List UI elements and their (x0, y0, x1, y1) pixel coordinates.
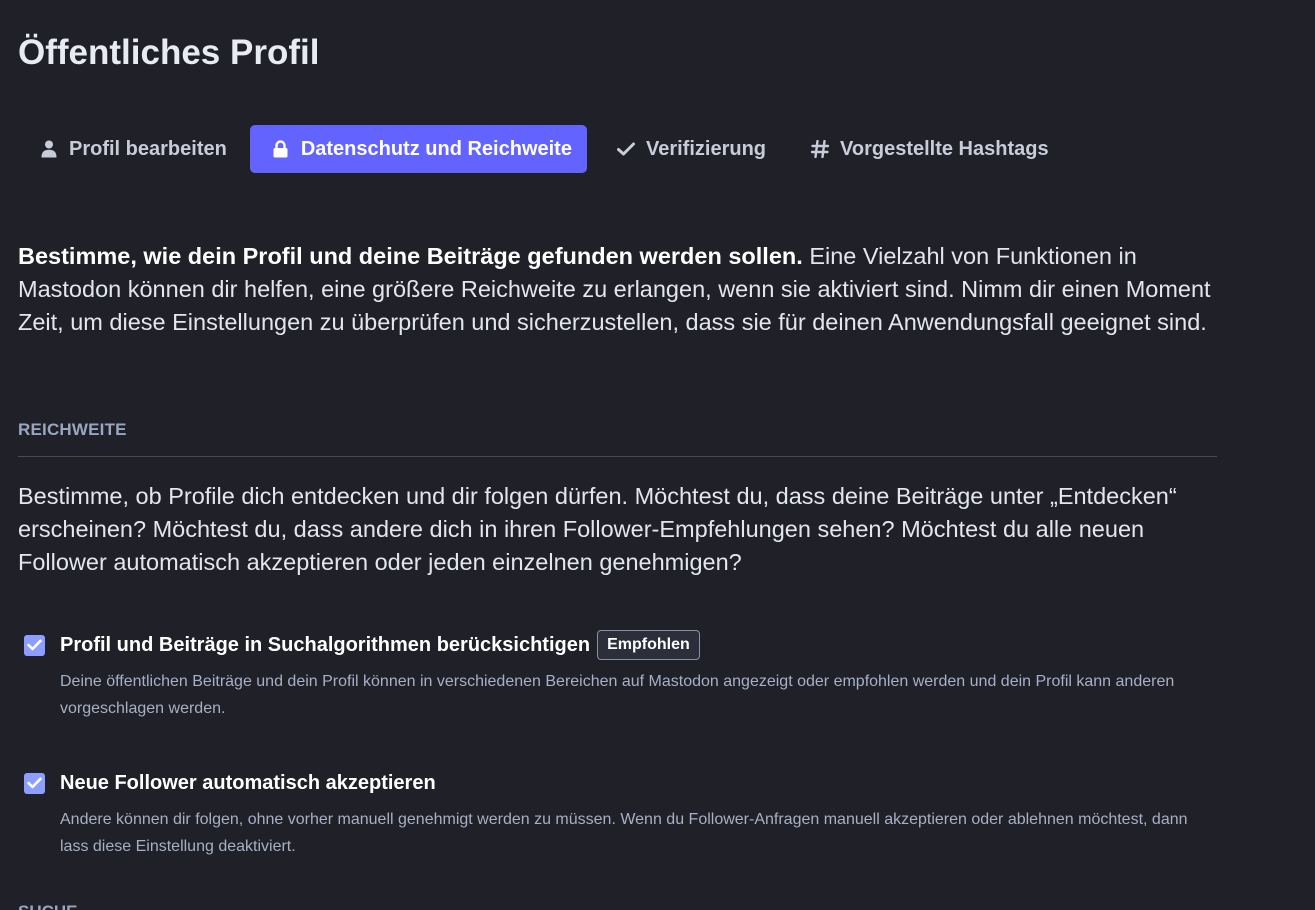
intro-bold: Bestimme, wie dein Profil und deine Beit… (18, 243, 803, 269)
option-row: Neue Follower automatisch akzeptieren (24, 768, 1204, 798)
tab-privacy-reach[interactable]: Datenschutz und Reichweite (249, 125, 587, 173)
tab-label: Vorgestellte Hashtags (840, 137, 1049, 160)
user-icon (38, 139, 60, 159)
tab-label: Datenschutz und Reichweite (300, 137, 572, 160)
tab-label: Verifizierung (645, 137, 766, 160)
lock-icon (270, 139, 292, 159)
settings-tabs: Profil bearbeiten Datenschutz und Reichw… (18, 125, 1072, 173)
checkbox-search-algorithms[interactable] (24, 634, 45, 656)
tab-verification[interactable]: Verifizierung (595, 125, 781, 173)
hashtag-icon (809, 139, 831, 159)
tab-profile-edit[interactable]: Profil bearbeiten (18, 125, 242, 173)
settings-page: Öffentliches Profil Profil bearbeiten Da… (0, 0, 1315, 910)
option-auto-accept-followers: Neue Follower automatisch akzeptieren An… (24, 768, 1204, 860)
page-title: Öffentliches Profil (18, 33, 320, 72)
check-icon (615, 139, 637, 159)
recommended-badge: Empfohlen (597, 630, 700, 660)
tab-label: Profil bearbeiten (69, 137, 227, 160)
tab-featured-hashtags[interactable]: Vorgestellte Hashtags (789, 125, 1064, 173)
option-label[interactable]: Profil und Beiträge in Suchalgorithmen b… (60, 634, 590, 657)
option-label[interactable]: Neue Follower automatisch akzeptieren (60, 772, 436, 795)
option-row: Profil und Beiträge in Suchalgorithmen b… (24, 630, 1204, 660)
checkbox-auto-accept-followers[interactable] (24, 772, 45, 794)
checkmark-icon (27, 639, 42, 651)
option-hint: Andere können dir folgen, ohne vorher ma… (60, 811, 1188, 855)
section-heading-reach: REICHWEITE (18, 420, 1217, 457)
option-search-algorithms: Profil und Beiträge in Suchalgorithmen b… (24, 630, 1204, 722)
intro-text: Bestimme, wie dein Profil und deine Beit… (18, 240, 1218, 339)
reach-intro: Bestimme, ob Profile dich entdecken und … (18, 483, 1177, 575)
option-hint: Deine öffentlichen Beiträge und dein Pro… (60, 673, 1175, 717)
section-heading-search: SUCHE (18, 902, 78, 910)
checkmark-icon (27, 777, 42, 789)
